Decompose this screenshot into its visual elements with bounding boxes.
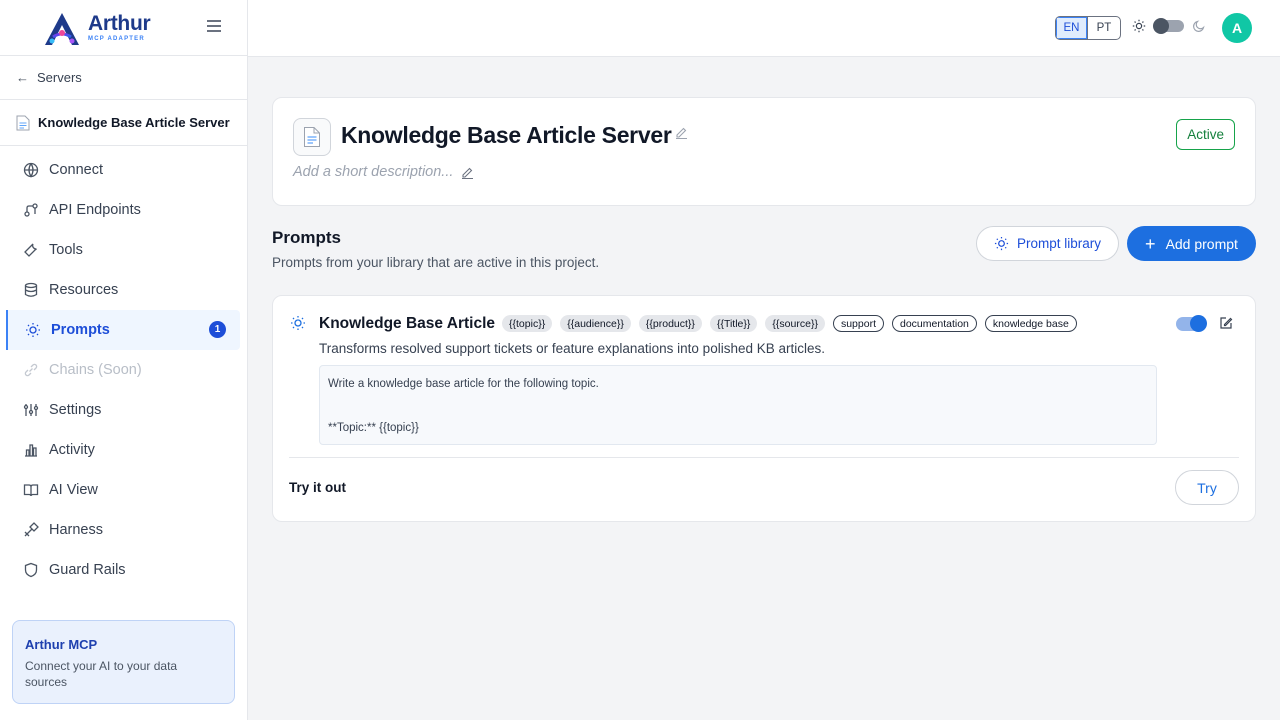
keyword-tag: documentation: [892, 315, 977, 332]
status-badge: Active: [1176, 119, 1235, 150]
arthur-logo-icon: [42, 11, 82, 45]
prompt-library-label: Prompt library: [1016, 236, 1102, 251]
back-label: Servers: [37, 70, 82, 85]
language-switcher: EN PT: [1055, 16, 1121, 40]
lightbulb-icon: [24, 322, 41, 339]
sidebar-item-settings[interactable]: Settings: [0, 390, 240, 430]
link-icon: [22, 362, 39, 379]
current-server: Knowledge Base Article Server: [0, 100, 247, 146]
sidebar-item-label: AI View: [49, 482, 98, 498]
moon-icon: [1193, 20, 1205, 32]
variable-tag: {{product}}: [638, 315, 702, 332]
database-icon: [22, 282, 39, 299]
sidebar-item-label: Tools: [49, 242, 83, 258]
prompt-tags: {{topic}} {{audience}} {{product}} {{Tit…: [502, 315, 1077, 332]
book-icon: [22, 482, 39, 499]
brand-subtitle: MCP ADAPTER: [88, 36, 145, 42]
brand-name: Arthur: [88, 12, 151, 35]
sidebar-item-resources[interactable]: Resources: [0, 270, 240, 310]
back-to-servers-link[interactable]: ← Servers: [0, 56, 247, 100]
variable-tag: {{topic}}: [502, 315, 553, 332]
sidebar-item-tools[interactable]: Tools: [0, 230, 240, 270]
promo-text: Connect your AI to your data sources: [25, 659, 178, 689]
wrench-icon: [22, 242, 39, 259]
server-header-card: Knowledge Base Article Server Add a shor…: [272, 97, 1256, 206]
promo-card: Arthur MCP Connect your AI to your data …: [12, 620, 235, 704]
plus-icon: +: [1145, 233, 1156, 254]
edit-title-icon[interactable]: [675, 126, 688, 144]
description-placeholder: Add a short description...: [293, 164, 454, 180]
variable-tag: {{Title}}: [709, 315, 758, 332]
sidebar-item-label: Prompts: [51, 322, 110, 338]
prompt-description: Transforms resolved support tickets or f…: [319, 341, 825, 356]
sidebar-item-harness[interactable]: Harness: [0, 510, 240, 550]
user-avatar[interactable]: A: [1222, 13, 1252, 43]
prompt-body-line: Write a knowledge base article for the f…: [328, 378, 599, 390]
lightbulb-icon: [290, 315, 306, 336]
prompt-card: Knowledge Base Article {{topic}} {{audie…: [272, 295, 1256, 522]
section-subtitle: Prompts from your library that are activ…: [272, 255, 600, 270]
divider: [289, 457, 1239, 458]
prompt-body-preview: Write a knowledge base article for the f…: [319, 365, 1157, 445]
sidebar-item-label: Guard Rails: [49, 562, 126, 578]
prompt-body-line: **Topic:** {{topic}}: [328, 422, 419, 434]
edit-prompt-icon[interactable]: [1219, 316, 1233, 335]
page-title: Knowledge Base Article Server: [341, 122, 672, 148]
try-button[interactable]: Try: [1175, 470, 1239, 505]
description-field[interactable]: Add a short description...: [293, 164, 474, 180]
globe-icon: [22, 162, 39, 179]
prompt-title: Knowledge Base Article: [319, 315, 496, 332]
sidebar-item-guard-rails[interactable]: Guard Rails: [0, 550, 240, 590]
top-bar: EN PT A: [248, 0, 1280, 57]
sidebar-item-api-endpoints[interactable]: API Endpoints: [0, 190, 240, 230]
sidebar-item-label: Resources: [49, 282, 119, 298]
edit-description-icon: [462, 167, 474, 179]
sidebar: Arthur MCP ADAPTER ← Servers Knowledge B…: [0, 0, 248, 720]
keyword-tag: knowledge base: [984, 315, 1077, 332]
sidebar-item-chains: Chains (Soon): [0, 350, 240, 390]
sun-icon: [1132, 19, 1146, 33]
variable-tag: {{audience}}: [560, 315, 631, 332]
keyword-tag: support: [832, 315, 884, 332]
server-document-icon: [293, 118, 331, 156]
sliders-icon: [22, 402, 39, 419]
add-prompt-button[interactable]: + Add prompt: [1127, 226, 1256, 261]
sidebar-item-label: Harness: [49, 522, 103, 538]
arrow-left-icon: ←: [16, 70, 29, 85]
theme-toggle-group: [1132, 18, 1206, 34]
lang-en-button[interactable]: EN: [1056, 17, 1088, 39]
variable-tag: {{source}}: [765, 315, 825, 332]
sidebar-item-label: Settings: [49, 402, 102, 418]
menu-toggle-icon[interactable]: [207, 20, 221, 34]
document-icon: [16, 115, 30, 130]
promo-title: Arthur MCP: [25, 637, 98, 652]
server-name: Knowledge Base Article Server: [38, 115, 230, 130]
harness-icon: [22, 522, 39, 539]
sidebar-item-activity[interactable]: Activity: [0, 430, 240, 470]
sidebar-item-ai-view[interactable]: AI View: [0, 470, 240, 510]
sidebar-item-prompts[interactable]: Prompts 1: [6, 310, 240, 350]
shield-icon: [22, 562, 39, 579]
add-prompt-label: Add prompt: [1165, 235, 1238, 252]
prompt-enabled-toggle[interactable]: [1176, 315, 1207, 332]
logo-row: Arthur MCP ADAPTER: [0, 0, 247, 56]
prompt-library-button[interactable]: Prompt library: [976, 226, 1119, 261]
sidebar-item-connect[interactable]: Connect: [0, 150, 240, 190]
sidebar-item-label: Activity: [49, 442, 95, 458]
section-title: Prompts: [272, 228, 341, 247]
try-it-out-label: Try it out: [289, 480, 346, 495]
sidebar-item-label: Connect: [49, 162, 104, 178]
bar-chart-icon: [22, 442, 39, 459]
lightbulb-icon: [994, 236, 1009, 251]
endpoints-icon: [22, 202, 39, 219]
prompts-count-badge: 1: [209, 321, 226, 338]
theme-switch[interactable]: [1153, 18, 1184, 34]
sidebar-nav: Connect API Endpoints Tools Resources Pr…: [0, 146, 247, 590]
sidebar-item-label: API Endpoints: [49, 202, 141, 218]
sidebar-item-label: Chains (Soon): [49, 362, 142, 378]
lang-pt-button[interactable]: PT: [1088, 17, 1120, 39]
